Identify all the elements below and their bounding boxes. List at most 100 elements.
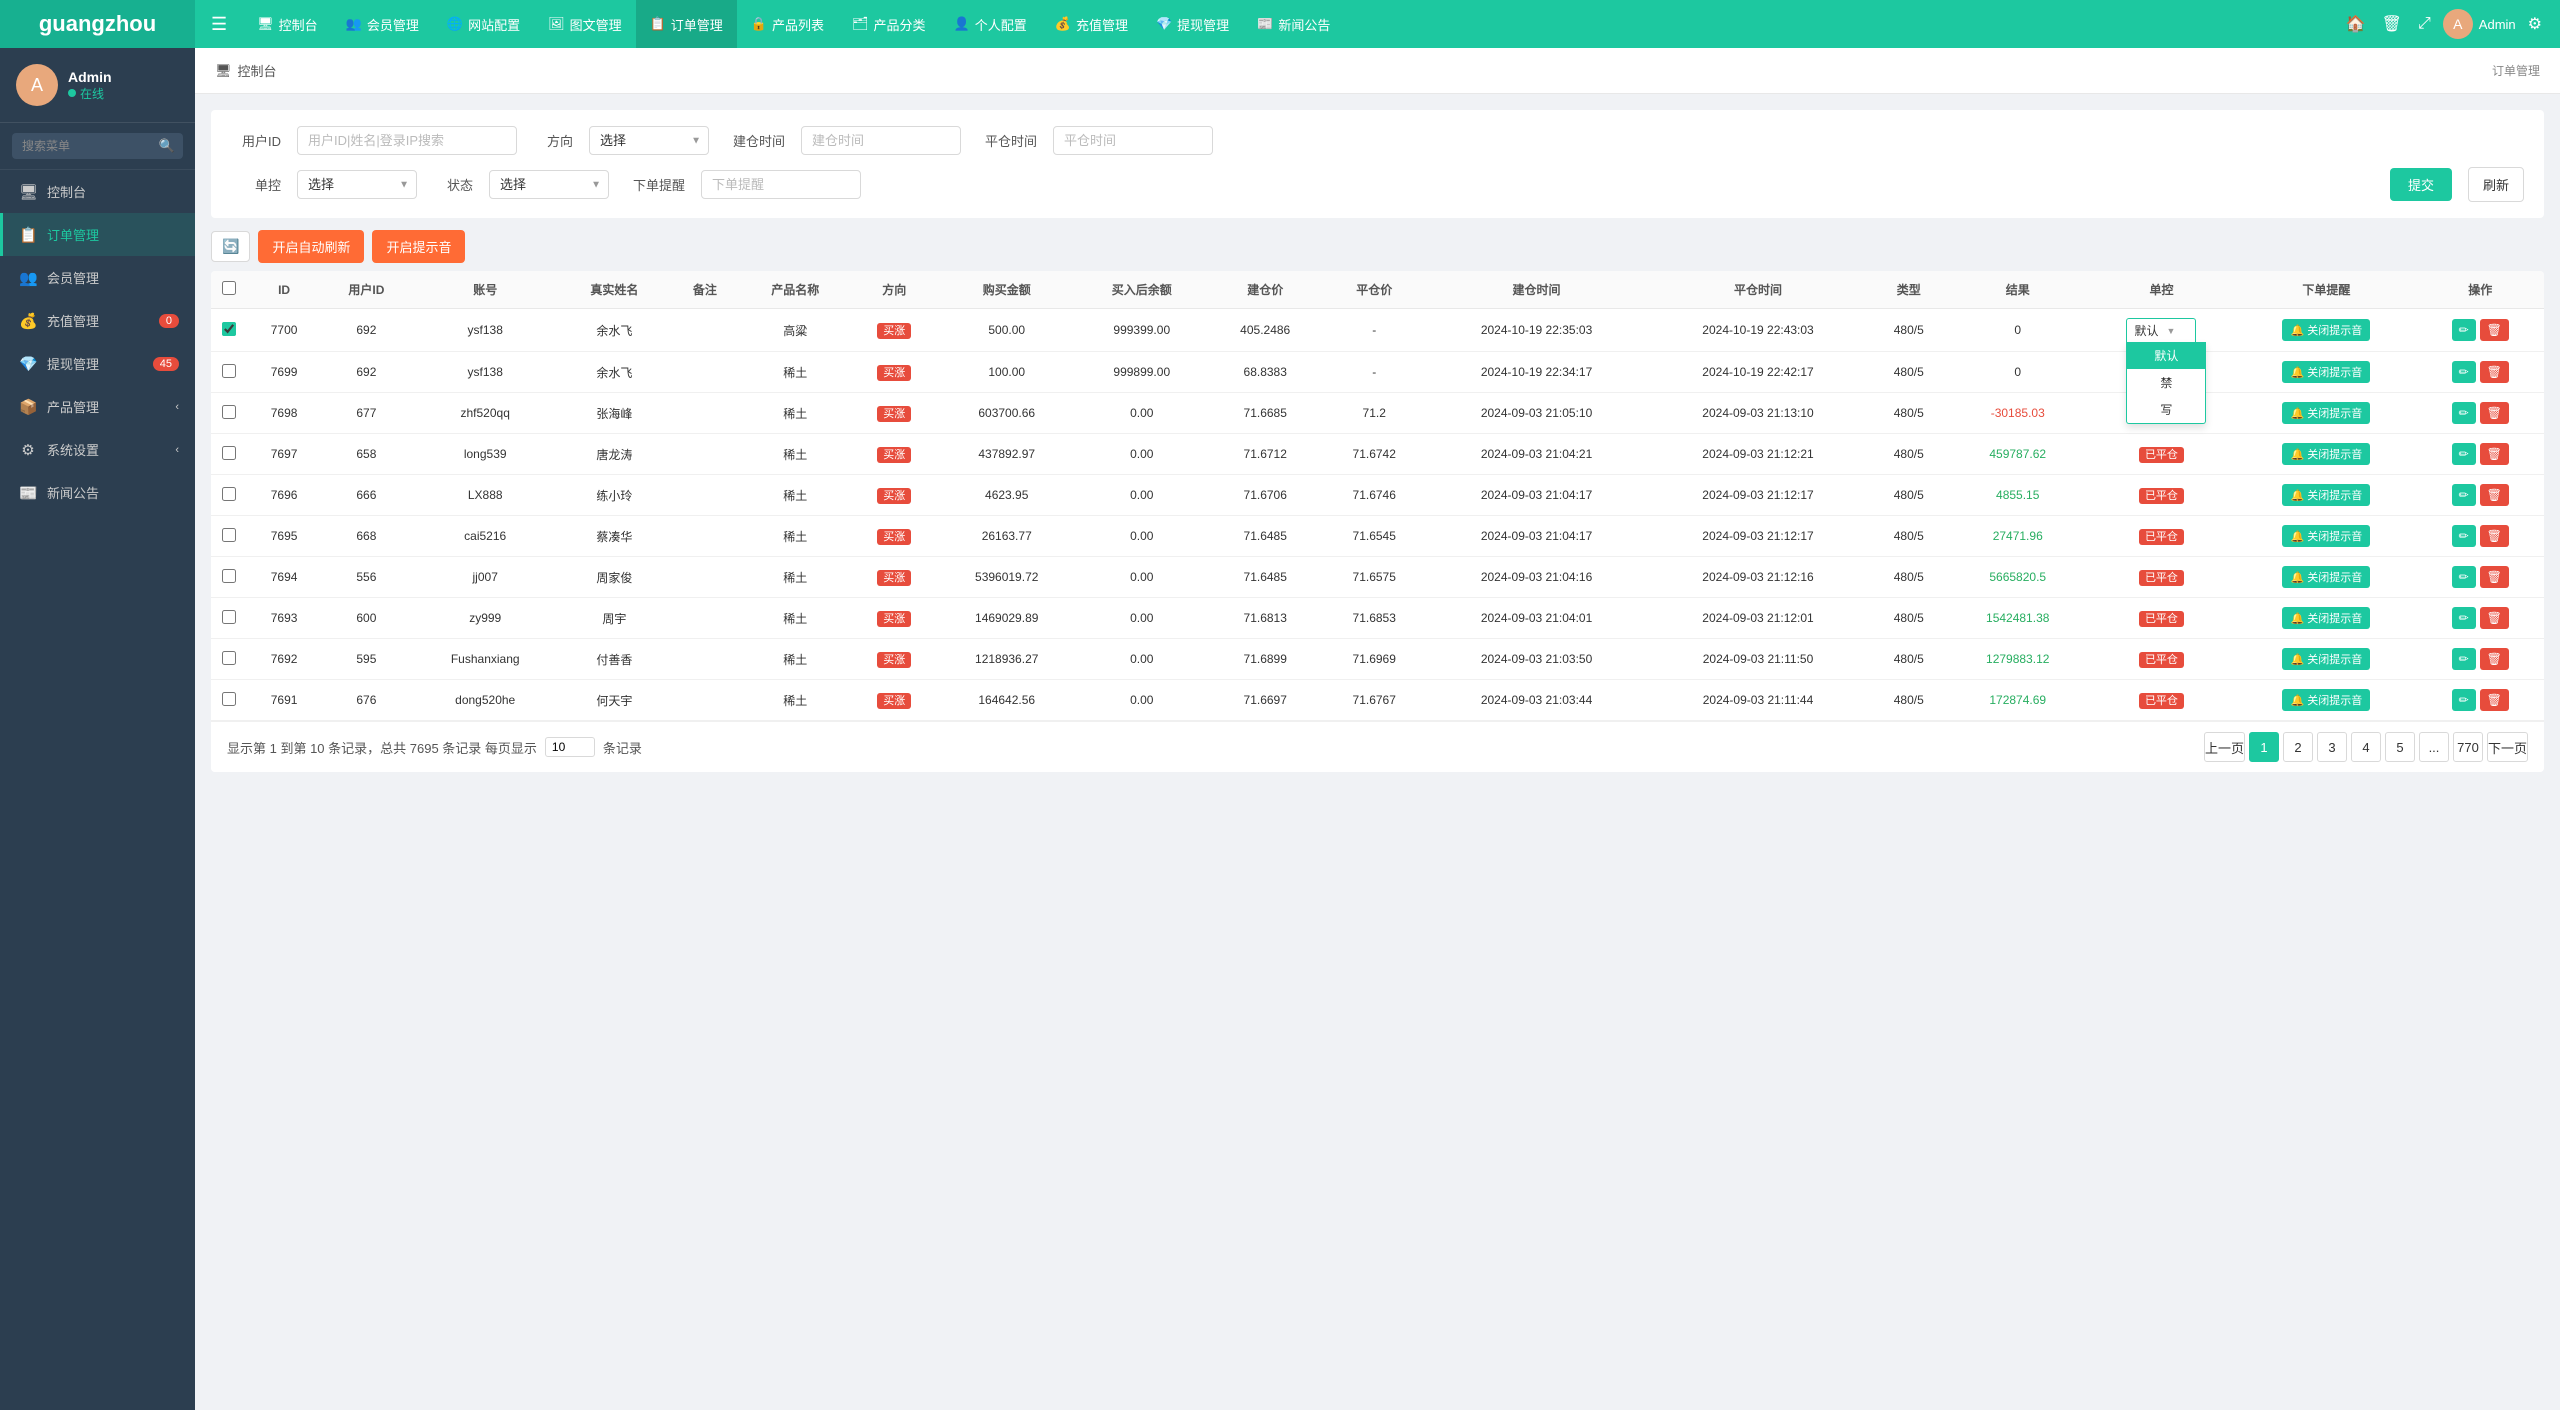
page-2-btn[interactable]: 2 xyxy=(2283,732,2313,762)
edit-button[interactable]: ✏ xyxy=(2452,648,2476,670)
cell-control[interactable]: 已平仓 xyxy=(2087,557,2236,598)
delete-button[interactable]: 🗑 xyxy=(2480,443,2509,465)
order-remind-input[interactable] xyxy=(701,170,861,199)
edit-button[interactable]: ✏ xyxy=(2452,402,2476,424)
open-time-input[interactable] xyxy=(801,126,961,155)
cell-control[interactable]: 已平仓 xyxy=(2087,680,2236,721)
cell-remind[interactable]: 🔔 关闭提示音 xyxy=(2236,393,2416,434)
row-checkbox[interactable] xyxy=(222,651,236,665)
cell-remind[interactable]: 🔔 关闭提示音 xyxy=(2236,516,2416,557)
cell-remind[interactable]: 🔔 关闭提示音 xyxy=(2236,352,2416,393)
edit-button[interactable]: ✏ xyxy=(2452,525,2476,547)
cell-control[interactable]: 已平仓 xyxy=(2087,475,2236,516)
sidebar-item-withdraw[interactable]: 💎 提现管理 45 xyxy=(0,342,195,385)
cell-remind[interactable]: 🔔 关闭提示音 xyxy=(2236,557,2416,598)
sidebar-item-members[interactable]: 👥 会员管理 xyxy=(0,256,195,299)
edit-button[interactable]: ✏ xyxy=(2452,566,2476,588)
close-remind-button[interactable]: 🔔 关闭提示音 xyxy=(2282,607,2370,629)
close-remind-button[interactable]: 🔔 关闭提示音 xyxy=(2282,566,2370,588)
edit-button[interactable]: ✏ xyxy=(2452,361,2476,383)
sidebar-item-product-mgmt[interactable]: 📦 产品管理 ‹ xyxy=(0,385,195,428)
delete-button[interactable]: 🗑 xyxy=(2480,525,2509,547)
row-checkbox[interactable] xyxy=(222,405,236,419)
edit-button[interactable]: ✏ xyxy=(2452,443,2476,465)
row-checkbox[interactable] xyxy=(222,692,236,706)
delete-button[interactable]: 🗑 xyxy=(2480,402,2509,424)
nav-item-products[interactable]: 🔒 产品列表 xyxy=(737,0,838,48)
close-time-input[interactable] xyxy=(1053,126,1213,155)
user-id-input[interactable] xyxy=(297,126,517,155)
close-remind-button[interactable]: 🔔 关闭提示音 xyxy=(2282,319,2370,341)
cell-remind[interactable]: 🔔 关闭提示音 xyxy=(2236,598,2416,639)
close-remind-button[interactable]: 🔔 关闭提示音 xyxy=(2282,525,2370,547)
nav-item-orders[interactable]: 📋 订单管理 xyxy=(636,0,737,48)
row-checkbox[interactable] xyxy=(222,487,236,501)
page-1-btn[interactable]: 1 xyxy=(2249,732,2279,762)
close-remind-button[interactable]: 🔔 关闭提示音 xyxy=(2282,648,2370,670)
delete-button[interactable]: 🗑 xyxy=(2480,607,2509,629)
search-input[interactable] xyxy=(12,133,183,159)
edit-button[interactable]: ✏ xyxy=(2452,607,2476,629)
close-remind-button[interactable]: 🔔 关闭提示音 xyxy=(2282,484,2370,506)
row-checkbox[interactable] xyxy=(222,610,236,624)
admin-info[interactable]: A Admin xyxy=(2443,9,2516,39)
row-checkbox[interactable] xyxy=(222,364,236,378)
row-checkbox[interactable] xyxy=(222,322,236,336)
select-all-checkbox[interactable] xyxy=(222,281,236,295)
dropdown-option[interactable]: 写 xyxy=(2127,396,2205,423)
direction-select[interactable]: 选择 买涨 买跌 xyxy=(589,126,709,155)
sidebar-item-orders[interactable]: 📋 订单管理 xyxy=(0,213,195,256)
cell-control[interactable]: 已平仓 xyxy=(2087,598,2236,639)
cell-control[interactable]: 已平仓 xyxy=(2087,434,2236,475)
cell-remind[interactable]: 🔔 关闭提示音 xyxy=(2236,475,2416,516)
nav-item-news[interactable]: 📰 新闻公告 xyxy=(1243,0,1344,48)
nav-item-media[interactable]: 🖼 图文管理 xyxy=(534,0,636,48)
page-size-select[interactable]: 10 20 50 xyxy=(545,737,595,757)
page-3-btn[interactable]: 3 xyxy=(2317,732,2347,762)
nav-item-site-config[interactable]: 🌐 网站配置 xyxy=(433,0,534,48)
close-remind-button[interactable]: 🔔 关闭提示音 xyxy=(2282,361,2370,383)
auto-refresh-button[interactable]: 开启自动刷新 xyxy=(258,230,364,263)
dropdown-option[interactable]: 默认 xyxy=(2127,342,2205,369)
edit-button[interactable]: ✏ xyxy=(2452,689,2476,711)
edit-button[interactable]: ✏ xyxy=(2452,319,2476,341)
cell-control[interactable]: 已平仓 xyxy=(2087,516,2236,557)
status-select[interactable]: 选择 持仓中 已平仓 xyxy=(489,170,609,199)
delete-button[interactable]: 🗑 xyxy=(2480,484,2509,506)
nav-toggle-btn[interactable]: ☰ xyxy=(195,14,243,35)
next-page-btn[interactable]: 下一页 xyxy=(2487,732,2528,762)
close-remind-button[interactable]: 🔔 关闭提示音 xyxy=(2282,402,2370,424)
delete-icon-btn[interactable]: 🗑 xyxy=(2378,10,2406,38)
refresh-filter-button[interactable]: 刷新 xyxy=(2468,167,2524,202)
page-5-btn[interactable]: 5 xyxy=(2385,732,2415,762)
sidebar-item-news[interactable]: 📰 新闻公告 xyxy=(0,471,195,514)
delete-button[interactable]: 🗑 xyxy=(2480,319,2509,341)
row-checkbox[interactable] xyxy=(222,528,236,542)
cell-remind[interactable]: 🔔 关闭提示音 xyxy=(2236,434,2416,475)
delete-button[interactable]: 🗑 xyxy=(2480,361,2509,383)
close-remind-button[interactable]: 🔔 关闭提示音 xyxy=(2282,443,2370,465)
delete-button[interactable]: 🗑 xyxy=(2480,566,2509,588)
refresh-icon-button[interactable]: 🔄 xyxy=(211,231,250,262)
cell-remind[interactable]: 🔔 关闭提示音 xyxy=(2236,309,2416,352)
cell-control[interactable]: 默认▼默认禁写 xyxy=(2087,309,2236,352)
delete-button[interactable]: 🗑 xyxy=(2480,648,2509,670)
sidebar-item-settings[interactable]: ⚙ 系统设置 ‹ xyxy=(0,428,195,471)
close-remind-button[interactable]: 🔔 关闭提示音 xyxy=(2282,689,2370,711)
nav-item-members[interactable]: 👥 会员管理 xyxy=(332,0,433,48)
nav-item-personal[interactable]: 👤 个人配置 xyxy=(940,0,1041,48)
home-icon-btn[interactable]: 🏠 xyxy=(2342,10,2370,38)
dropdown-option[interactable]: 禁 xyxy=(2127,369,2205,396)
cell-remind[interactable]: 🔔 关闭提示音 xyxy=(2236,639,2416,680)
nav-item-withdraw[interactable]: 💎 提现管理 xyxy=(1142,0,1243,48)
nav-item-dashboard[interactable]: 🖥 控制台 xyxy=(243,0,332,48)
delete-button[interactable]: 🗑 xyxy=(2480,689,2509,711)
submit-button[interactable]: 提交 xyxy=(2390,168,2452,201)
fullscreen-icon-btn[interactable]: ⤢ xyxy=(2414,11,2435,37)
prev-page-btn[interactable]: 上一页 xyxy=(2204,732,2245,762)
nav-item-categories[interactable]: 🗂 产品分类 xyxy=(838,0,940,48)
cell-remind[interactable]: 🔔 关闭提示音 xyxy=(2236,680,2416,721)
page-4-btn[interactable]: 4 xyxy=(2351,732,2381,762)
control-select[interactable]: 选择 480/5 240/3 xyxy=(297,170,417,199)
nav-item-recharge[interactable]: 💰 充值管理 xyxy=(1041,0,1142,48)
